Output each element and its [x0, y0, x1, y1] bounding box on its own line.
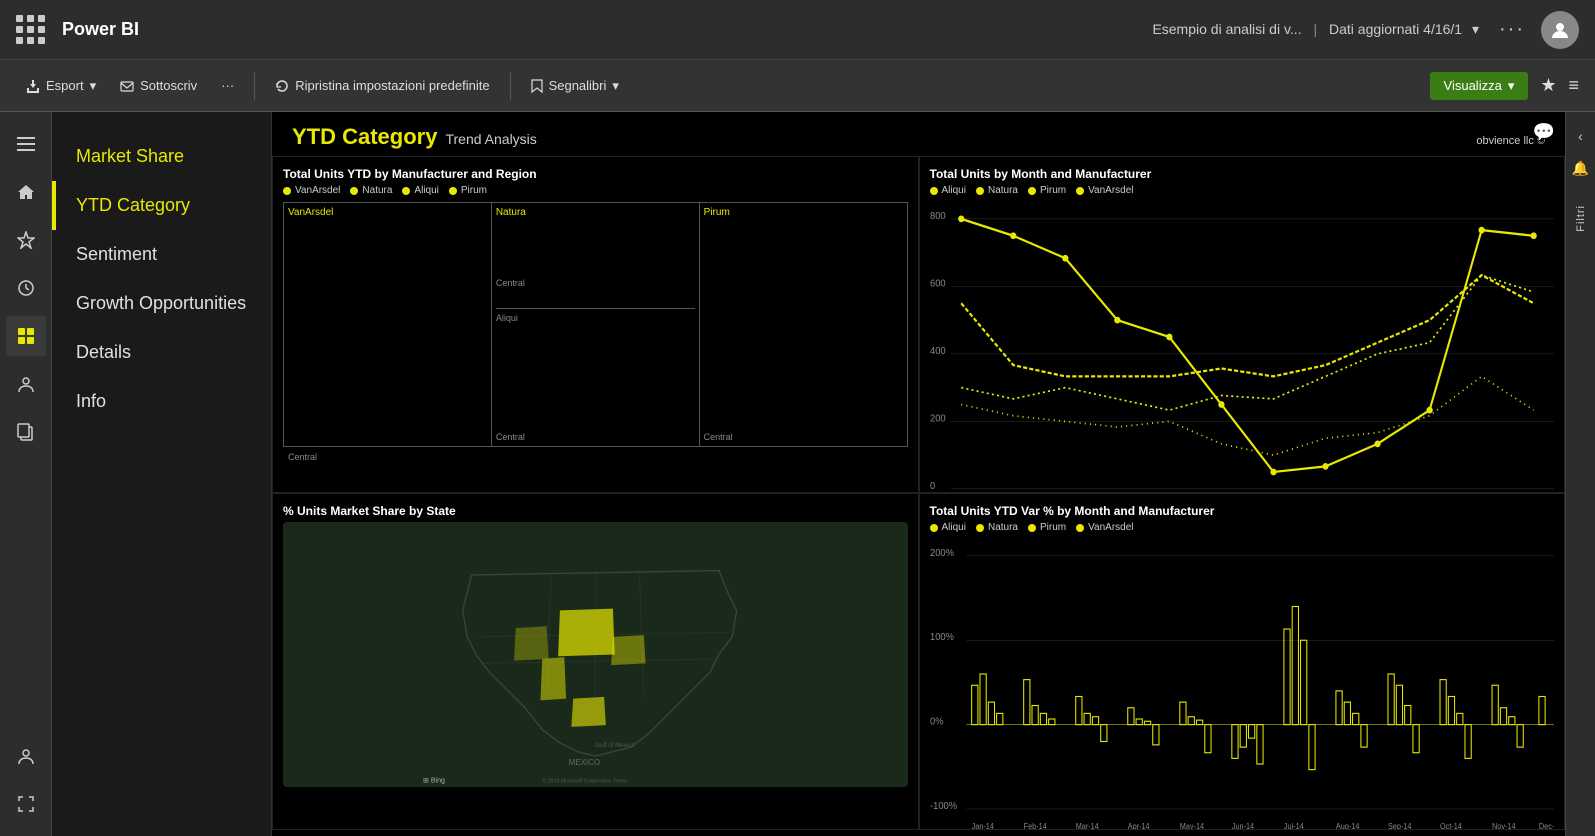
svg-text:Gulf of Mexico: Gulf of Mexico: [595, 742, 635, 749]
svg-text:May-14: May-14: [1179, 822, 1203, 830]
svg-text:© 2019 Microsoft Corporation T: © 2019 Microsoft Corporation Terms: [542, 778, 627, 785]
svg-text:Oct-14: Oct-14: [1440, 822, 1462, 830]
subscribe-button[interactable]: Sottoscriv: [110, 72, 207, 99]
icon-bar: [0, 112, 52, 836]
top-bar: Power BI Esempio di analisi di v... | Da…: [0, 0, 1595, 60]
report-title-topbar: Esempio di analisi di v... | Dati aggior…: [1152, 21, 1479, 38]
svg-text:⊞ Bing: ⊞ Bing: [423, 778, 445, 785]
export-chevron[interactable]: ▾: [90, 78, 97, 94]
apps-icon[interactable]: [16, 15, 46, 45]
legend-aliqui: Aliqui: [402, 185, 438, 196]
export-button[interactable]: Esport ▾: [16, 72, 106, 100]
legend-natura: Natura: [350, 185, 392, 196]
visualizza-chevron[interactable]: ▾: [1508, 78, 1515, 94]
nav-item-sentiment[interactable]: Sentiment: [52, 230, 271, 279]
svg-text:400: 400: [930, 346, 946, 357]
person-icon[interactable]: [6, 736, 46, 776]
nav-item-market-share[interactable]: Market Share: [52, 132, 271, 181]
expand-icon[interactable]: [6, 784, 46, 824]
legend-pirum: Pirum: [449, 185, 487, 196]
list-button[interactable]: ≡: [1568, 75, 1579, 96]
nav-item-ytd-category[interactable]: YTD Category: [52, 181, 271, 230]
svg-text:Jun-14: Jun-14: [1231, 822, 1253, 830]
title-chevron[interactable]: ▾: [1472, 21, 1479, 37]
user-avatar[interactable]: [1541, 11, 1579, 49]
favorites-icon[interactable]: [6, 220, 46, 260]
right-panel: ‹ 🔔 Filtri: [1565, 112, 1595, 836]
toolbar-more-button[interactable]: ···: [211, 72, 244, 99]
bookmarks-button[interactable]: Segnalibri ▾: [521, 72, 629, 100]
copy-icon[interactable]: [6, 412, 46, 452]
reset-button[interactable]: Ripristina impostazioni predefinite: [265, 72, 499, 99]
report-header: YTD Category Trend Analysis obvience llc…: [272, 112, 1565, 156]
svg-text:100%: 100%: [930, 632, 954, 643]
topbar-more-button[interactable]: ···: [1499, 18, 1525, 41]
chart-legend-ytd-var: Aliqui Natura Pirum VanArsdel: [930, 522, 1555, 533]
svg-text:Sep-14: Sep-14: [1387, 822, 1410, 830]
chart-title-units-month: Total Units by Month and Manufacturer: [930, 167, 1555, 181]
nav-item-growth-opportunities[interactable]: Growth Opportunities: [52, 279, 271, 328]
svg-text:0: 0: [930, 481, 936, 492]
bookmarks-chevron[interactable]: ▾: [612, 78, 619, 94]
svg-text:800: 800: [930, 211, 946, 222]
toolbar-separator-2: [510, 72, 511, 100]
hamburger-menu[interactable]: [6, 124, 46, 164]
brand-label: Power BI: [62, 19, 139, 40]
svg-text:Feb-14: Feb-14: [1023, 822, 1046, 830]
charts-grid: Total Units YTD by Manufacturer and Regi…: [272, 156, 1565, 830]
bar-chart-svg: 200% 100% 0% -100%: [930, 539, 1555, 830]
filters-label[interactable]: Filtri: [1575, 205, 1587, 232]
chart-units-month-manufacturer: Total Units by Month and Manufacturer Al…: [919, 156, 1566, 493]
report-area: YTD Category Trend Analysis obvience llc…: [272, 112, 1565, 836]
home-icon[interactable]: [6, 172, 46, 212]
collapse-panel-button[interactable]: ‹: [1578, 120, 1583, 152]
chart-legend-units: Aliqui Natura Pirum VanArsdel: [930, 185, 1555, 196]
svg-text:200: 200: [930, 413, 946, 424]
map-visualization[interactable]: MEXICO Gulf of Mexico ⊞ Bing © 2019 Micr…: [283, 522, 908, 787]
chart-ytd-var-month: Total Units YTD Var % by Month and Manuf…: [919, 493, 1566, 830]
comment-icon[interactable]: 💬: [1533, 122, 1555, 143]
nav-panel: Market Share YTD Category Sentiment Grow…: [52, 112, 272, 836]
nav-item-info[interactable]: Info: [52, 377, 271, 426]
visualizza-button[interactable]: Visualizza ▾: [1430, 72, 1529, 100]
svg-text:Mar-14: Mar-14: [1075, 822, 1098, 830]
report-title-main: YTD Category: [292, 124, 437, 150]
svg-text:Jul-14: Jul-14: [1283, 822, 1303, 830]
legend-vanarsdel: VanArsdel: [283, 185, 340, 196]
line-chart-svg: 800 600 400 200 0: [930, 202, 1555, 493]
map-svg: MEXICO Gulf of Mexico ⊞ Bing © 2019 Micr…: [283, 522, 908, 787]
svg-text:0%: 0%: [930, 716, 944, 727]
svg-text:Dec-14: Dec-14: [1538, 822, 1554, 830]
svg-text:MEXICO: MEXICO: [569, 758, 600, 767]
people-icon[interactable]: [6, 364, 46, 404]
svg-text:-100%: -100%: [930, 801, 957, 812]
svg-text:600: 600: [930, 278, 946, 289]
toolbar-separator-1: [254, 72, 255, 100]
chart-ytd-manufacturer-region: Total Units YTD by Manufacturer and Regi…: [272, 156, 919, 493]
toolbar: Esport ▾ Sottoscriv ··· Ripristina impos…: [0, 60, 1595, 112]
chart-legend-ytd: VanArsdel Natura Aliqui Pirum: [283, 185, 908, 196]
svg-text:Nov-14: Nov-14: [1492, 822, 1515, 830]
bell-icon[interactable]: 🔔: [1572, 152, 1589, 185]
chart-title-ytd-var: Total Units YTD Var % by Month and Manuf…: [930, 504, 1555, 518]
main-content: Market Share YTD Category Sentiment Grow…: [0, 112, 1595, 836]
apps-nav-icon[interactable]: [6, 316, 46, 356]
svg-text:Apr-14: Apr-14: [1127, 822, 1149, 830]
chart-map-market-share: % Units Market Share by State: [272, 493, 919, 830]
svg-text:Aug-14: Aug-14: [1335, 822, 1358, 830]
chart-title-map: % Units Market Share by State: [283, 504, 908, 518]
svg-text:200%: 200%: [930, 548, 954, 559]
nav-item-details[interactable]: Details: [52, 328, 271, 377]
report-title-sub: Trend Analysis: [445, 131, 536, 147]
svg-text:Jan-14: Jan-14: [971, 822, 993, 830]
recent-icon[interactable]: [6, 268, 46, 308]
favorite-button[interactable]: ★: [1540, 75, 1556, 96]
chart-title-ytd: Total Units YTD by Manufacturer and Regi…: [283, 167, 908, 181]
